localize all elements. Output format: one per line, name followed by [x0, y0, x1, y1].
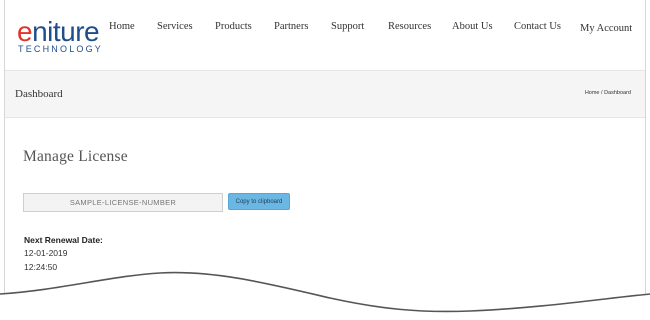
nav-item-support[interactable]: Support	[331, 21, 364, 32]
next-renewal-date: 12-01-2019	[24, 248, 68, 258]
page-title-bar: Dashboard Home / Dashboard	[5, 70, 645, 118]
manage-license-heading: Manage License	[23, 148, 128, 165]
next-renewal-time: 12:24:50	[24, 262, 58, 272]
site-header: eniture TECHNOLOGY Home Services Product…	[5, 0, 645, 70]
nav-item-resources[interactable]: Resources	[388, 21, 431, 32]
license-number-input[interactable]	[23, 193, 223, 212]
logo-subtitle: TECHNOLOGY	[18, 44, 104, 54]
main-nav: Home Services Products Partners Support …	[5, 21, 645, 37]
breadcrumb-home-link[interactable]: Home	[585, 90, 600, 96]
copy-to-clipboard-button[interactable]: Copy to clipboard	[228, 193, 290, 210]
page-title: Dashboard	[15, 88, 63, 100]
breadcrumb-separator: /	[601, 90, 603, 96]
nav-item-contact-us[interactable]: Contact Us	[514, 21, 561, 32]
nav-item-home[interactable]: Home	[109, 21, 135, 32]
nav-item-partners[interactable]: Partners	[274, 21, 308, 32]
nav-item-about-us[interactable]: About Us	[452, 21, 493, 32]
page-frame: eniture TECHNOLOGY Home Services Product…	[4, 0, 646, 320]
nav-item-products[interactable]: Products	[215, 21, 252, 32]
breadcrumb: Home / Dashboard	[585, 90, 631, 96]
next-renewal-label: Next Renewal Date:	[24, 235, 103, 245]
nav-item-my-account[interactable]: My Account	[580, 23, 632, 34]
nav-item-services[interactable]: Services	[157, 21, 193, 32]
breadcrumb-current: Dashboard	[604, 90, 631, 96]
